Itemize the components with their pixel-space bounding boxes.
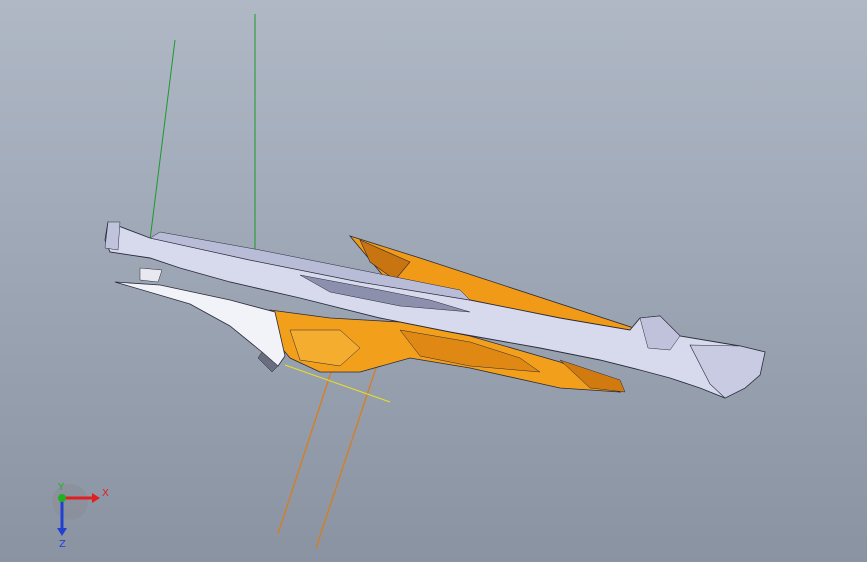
green-construction-line-1 [149,39,176,241]
z-axis-label: Z [59,539,66,550]
x-axis-label: X [102,488,109,499]
y-axis-label: Y [57,482,65,493]
x-axis-arrowhead [92,493,100,503]
orange-construction-line-1 [277,359,336,535]
z-axis-arrowhead [57,528,67,536]
y-axis-dot [58,494,66,502]
model-scene[interactable] [0,0,867,562]
coordinate-triad: X Y Z [52,482,109,550]
cad-viewport[interactable]: X Y Z [0,0,867,562]
